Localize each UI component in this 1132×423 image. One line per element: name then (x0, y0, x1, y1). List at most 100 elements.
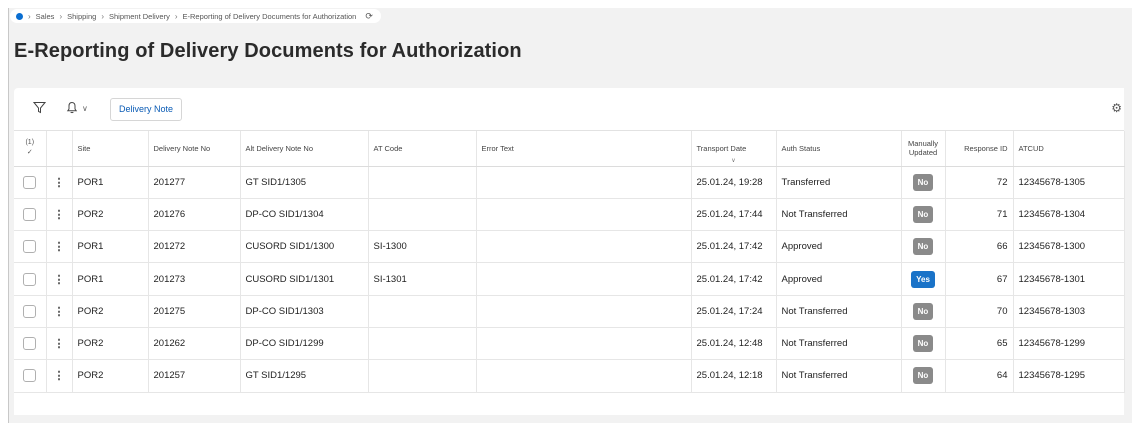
column-header-alt-delivery-note-no[interactable]: Alt Delivery Note No (240, 131, 369, 167)
breadcrumb-item-sales[interactable]: Sales (36, 12, 55, 21)
cell-atcud: 12345678-1295 (1013, 359, 1125, 393)
breadcrumb-item-shipment-delivery[interactable]: Shipment Delivery (109, 12, 170, 21)
cell-response-id: 65 (945, 327, 1014, 361)
row-checkbox[interactable] (23, 272, 37, 286)
cell-response-id: 72 (945, 166, 1014, 199)
cell-alt-delivery-note-no: DP-CO SID1/1303 (240, 295, 369, 328)
more-vertical-icon[interactable]: ⋮ (54, 370, 65, 382)
filter-icon[interactable] (32, 101, 47, 117)
row-checkbox[interactable] (23, 175, 37, 189)
row-actions-cell: ⋮ (46, 166, 73, 199)
row-checkbox-cell (14, 295, 47, 328)
table-toolbar: ∨ Delivery Note ⚙ (14, 88, 1124, 131)
page-title: E-Reporting of Delivery Documents for Au… (14, 40, 522, 62)
cell-manually-updated: No (901, 295, 946, 328)
chevron-right-icon: › (174, 11, 178, 21)
column-header-site[interactable]: Site (72, 131, 149, 167)
table-row[interactable]: ⋮ POR2 201276 DP-CO SID1/1304 25.01.24, … (14, 198, 1125, 232)
more-vertical-icon[interactable]: ⋮ (54, 338, 65, 350)
cell-delivery-note-no: 201257 (148, 359, 241, 393)
chevron-down-icon: ✓ (26, 149, 33, 157)
row-checkbox[interactable] (23, 240, 37, 254)
cell-auth-status: Not Transferred (776, 295, 902, 328)
row-actions-cell: ⋮ (46, 327, 73, 361)
table-row[interactable]: ⋮ POR1 201277 GT SID1/1305 25.01.24, 19:… (14, 166, 1125, 199)
row-actions-cell: ⋮ (46, 262, 73, 296)
table-row[interactable]: ⋮ POR2 201275 DP-CO SID1/1303 25.01.24, … (14, 295, 1125, 328)
cell-transport-date: 25.01.24, 17:42 (691, 262, 777, 296)
cell-error-text (476, 166, 692, 199)
row-checkbox[interactable] (23, 337, 37, 351)
select-all-header[interactable]: (1) ✓ (14, 131, 47, 167)
chevron-down-icon[interactable]: ∨ (82, 104, 88, 113)
more-vertical-icon[interactable]: ⋮ (54, 177, 65, 189)
column-header-auth-status[interactable]: Auth Status (776, 131, 902, 167)
cell-auth-status: Not Transferred (776, 198, 902, 232)
chevron-right-icon: › (101, 11, 104, 21)
row-checkbox[interactable] (23, 369, 37, 383)
row-actions-cell: ⋮ (46, 198, 73, 232)
column-header-at-code[interactable]: AT Code (368, 131, 477, 167)
cell-manually-updated: No (901, 230, 946, 264)
more-vertical-icon[interactable]: ⋮ (54, 241, 65, 253)
cell-site: POR1 (72, 166, 149, 199)
cell-site: POR2 (72, 359, 149, 393)
row-checkbox-cell (14, 166, 47, 199)
table-row[interactable]: ⋮ POR2 201257 GT SID1/1295 25.01.24, 12:… (14, 359, 1125, 393)
row-checkbox[interactable] (23, 207, 37, 221)
home-dot-icon[interactable] (16, 12, 23, 20)
cell-response-id: 70 (945, 295, 1014, 328)
cell-delivery-note-no: 201262 (148, 327, 241, 361)
column-header-manually-updated[interactable]: Manually Updated (901, 131, 946, 167)
delivery-note-button[interactable]: Delivery Note (110, 98, 183, 121)
row-actions-header (46, 131, 73, 167)
cell-alt-delivery-note-no: DP-CO SID1/1304 (240, 198, 369, 232)
cell-at-code (368, 327, 477, 361)
cell-delivery-note-no: 201277 (148, 166, 241, 199)
column-header-atcud[interactable]: ATCUD (1013, 131, 1125, 167)
cell-response-id: 67 (945, 262, 1014, 296)
column-header-response-id[interactable]: Response ID (945, 131, 1014, 167)
table-row[interactable]: ⋮ POR2 201262 DP-CO SID1/1299 25.01.24, … (14, 327, 1125, 361)
table-row[interactable]: ⋮ POR1 201272 CUSORD SID1/1300 SI-1300 2… (14, 230, 1125, 264)
table-body: ⋮ POR1 201277 GT SID1/1305 25.01.24, 19:… (14, 166, 1125, 393)
cell-auth-status: Not Transferred (776, 359, 902, 393)
gear-icon[interactable]: ⚙ (1111, 101, 1122, 115)
cell-alt-delivery-note-no: CUSORD SID1/1300 (240, 230, 369, 264)
sort-descending-icon: ∨ (731, 157, 736, 164)
cell-auth-status: Not Transferred (776, 327, 902, 361)
cell-transport-date: 25.01.24, 12:48 (691, 327, 777, 361)
column-header-transport-date-label: Transport Date (696, 143, 747, 153)
row-checkbox-cell (14, 262, 47, 296)
column-header-error-text[interactable]: Error Text (476, 131, 692, 167)
cell-auth-status: Transferred (776, 166, 902, 199)
row-checkbox-cell (14, 198, 47, 232)
column-header-delivery-note-no[interactable]: Delivery Note No (148, 131, 241, 167)
status-badge: No (912, 205, 934, 223)
cell-error-text (476, 262, 692, 296)
cell-alt-delivery-note-no: CUSORD SID1/1301 (240, 262, 369, 296)
cell-auth-status: Approved (776, 230, 902, 264)
column-header-transport-date[interactable]: Transport Date ∨ (691, 131, 777, 167)
more-vertical-icon[interactable]: ⋮ (54, 274, 65, 286)
cell-error-text (476, 359, 692, 393)
row-checkbox[interactable] (23, 304, 37, 318)
cell-site: POR2 (72, 295, 149, 328)
cell-manually-updated: No (901, 198, 946, 232)
more-vertical-icon[interactable]: ⋮ (54, 209, 65, 221)
refresh-icon[interactable]: ⟳ (365, 11, 373, 22)
cell-error-text (476, 295, 692, 328)
row-actions-cell: ⋮ (46, 230, 73, 264)
table-panel: ∨ Delivery Note ⚙ (1) ✓ Site Delivery No… (14, 88, 1125, 415)
breadcrumb-item-shipping[interactable]: Shipping (67, 12, 96, 21)
status-badge: Yes (911, 270, 935, 288)
cell-transport-date: 25.01.24, 17:44 (691, 198, 777, 232)
delivery-documents-table: (1) ✓ Site Delivery Note No Alt Delivery… (14, 131, 1125, 393)
cell-manually-updated: No (901, 166, 946, 199)
bell-icon[interactable] (66, 101, 78, 117)
table-row[interactable]: ⋮ POR1 201273 CUSORD SID1/1301 SI-1301 2… (14, 262, 1125, 296)
cell-atcud: 12345678-1303 (1013, 295, 1125, 328)
more-vertical-icon[interactable]: ⋮ (54, 306, 65, 318)
cell-at-code (368, 295, 477, 328)
chevron-right-icon: › (28, 11, 31, 21)
